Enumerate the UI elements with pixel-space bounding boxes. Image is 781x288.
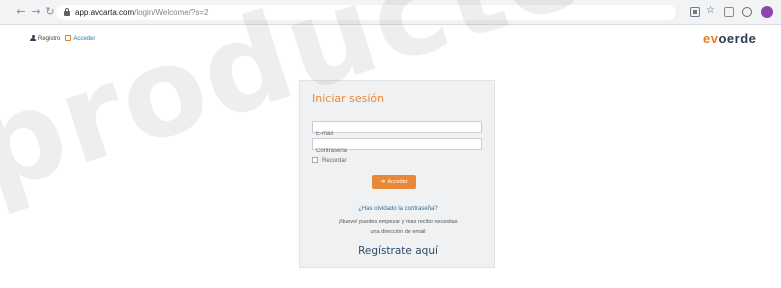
profile-avatar[interactable] (761, 6, 773, 18)
email-field-wrapper (312, 121, 482, 139)
login-button-label: Acceder (387, 179, 408, 185)
register-header-link[interactable]: Registro (38, 36, 60, 42)
reload-icon[interactable]: ↻ (44, 6, 56, 18)
remember-option[interactable]: Recordar (312, 157, 347, 165)
login-title: Iniciar sesión (312, 92, 385, 105)
settings-icon[interactable] (742, 7, 752, 17)
login-header-link[interactable]: Acceder (73, 36, 95, 42)
login-arrow-icon: ➜ (380, 178, 386, 185)
back-arrow-icon[interactable]: ← (15, 6, 27, 18)
browser-toolbar: ← → ↻ app.avcarta.com/login/Welcome/?s=2… (0, 0, 781, 25)
url-text: app.avcarta.com/login/Welcome/?s=2 (75, 8, 209, 17)
lock-icon (64, 8, 70, 16)
extension-icon[interactable] (724, 7, 734, 17)
login-card: Iniciar sesión Recordar ➜Acceder ¿Has ol… (299, 80, 495, 268)
forward-arrow-icon[interactable]: → (30, 6, 42, 18)
header-links: Registro Acceder (30, 35, 95, 43)
password-field[interactable] (313, 146, 481, 156)
password-field-wrapper (312, 138, 482, 156)
brand-logo[interactable]: evoerde (703, 31, 756, 46)
signup-note-line-1: ¡Nuevo! puedes empezar y mas recibo nece… (338, 219, 458, 225)
remember-checkbox[interactable] (312, 157, 318, 163)
address-bar[interactable]: app.avcarta.com/login/Welcome/?s=2 (56, 5, 676, 20)
signup-note: ¡Nuevo! puedes empezar y mas recibo nece… (300, 217, 496, 237)
signup-note-line-2: una dirección de email (370, 229, 426, 235)
remember-label: Recordar (322, 158, 347, 164)
translate-icon[interactable] (690, 7, 700, 17)
forgot-password-link[interactable]: ¿Has olvidado la contraseña? (300, 205, 496, 213)
login-button[interactable]: ➜ Acceder (372, 175, 416, 189)
login-icon (65, 35, 72, 41)
register-link[interactable]: Regístrate aquí (300, 245, 496, 257)
user-icon (30, 35, 36, 41)
bookmark-star-icon[interactable]: ☆ (706, 6, 716, 16)
